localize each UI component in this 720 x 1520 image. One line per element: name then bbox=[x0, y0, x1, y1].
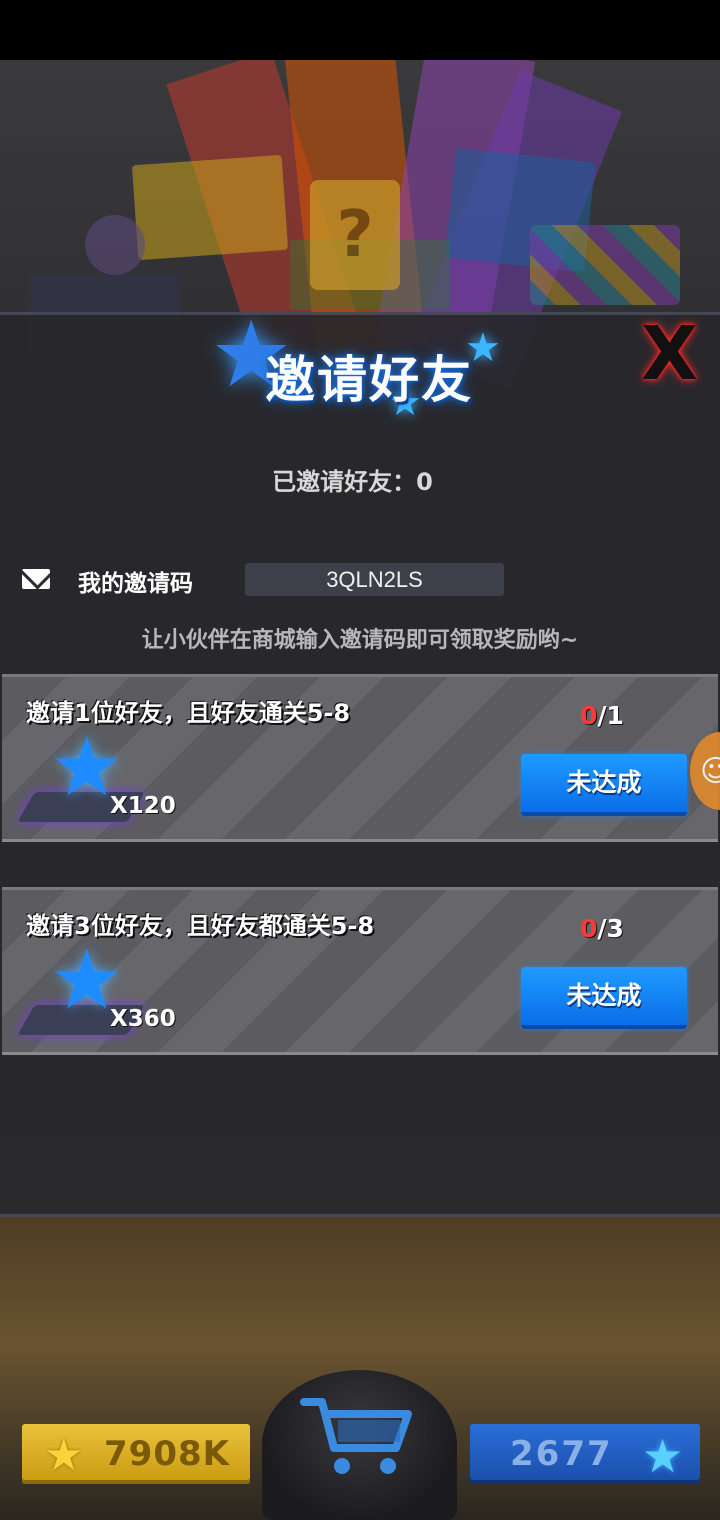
shopping-cart-icon bbox=[300, 1398, 412, 1474]
invite-hint: 让小伙伴在商城输入邀请码即可领取奖励哟~ bbox=[141, 628, 579, 653]
cube-pile bbox=[530, 225, 680, 305]
reward: ★ X120 bbox=[17, 727, 192, 837]
task-progress: 0/1 bbox=[580, 701, 624, 730]
coin-value: 7908K bbox=[104, 1434, 230, 1474]
task-card: 邀请3位好友，且好友都通关5-8 0/3 ★ X360 未达成 bbox=[2, 887, 718, 1055]
claim-button[interactable]: 未达成 bbox=[521, 754, 687, 816]
close-button[interactable]: X bbox=[632, 311, 707, 397]
star-icon: ★ bbox=[44, 1430, 84, 1481]
title-banner: ★ ★ ★ 邀请好友 bbox=[210, 309, 510, 430]
coin-counter[interactable]: ★ 7908K bbox=[22, 1424, 250, 1484]
task-card: 邀请1位好友，且好友通关5-8 0/1 ★ X120 未达成 bbox=[2, 674, 718, 842]
skull-decoration bbox=[85, 215, 145, 275]
reward-quantity: X360 bbox=[110, 1006, 176, 1032]
progress-current: 0 bbox=[580, 914, 598, 943]
shop-button[interactable] bbox=[262, 1370, 457, 1520]
reward: ★ X360 bbox=[17, 940, 192, 1050]
task-progress: 0/3 bbox=[580, 914, 624, 943]
ticket-decoration bbox=[131, 154, 289, 261]
invited-count: 已邀请好友：0 bbox=[272, 468, 433, 496]
close-icon: X bbox=[640, 311, 699, 397]
reward-quantity: X120 bbox=[110, 793, 176, 819]
invite-code-field[interactable]: 3QLN2LS bbox=[245, 563, 504, 596]
invite-code-label: 我的邀请码 bbox=[78, 571, 193, 597]
star-icon: ★ bbox=[642, 1429, 684, 1483]
gem-counter[interactable]: 2677 ★ bbox=[470, 1424, 700, 1484]
page-title: 邀请好友 bbox=[265, 351, 473, 409]
claim-button[interactable]: 未达成 bbox=[521, 967, 687, 1029]
progress-total: /1 bbox=[597, 701, 624, 730]
progress-total: /3 bbox=[597, 914, 624, 943]
gem-value: 2677 bbox=[510, 1434, 613, 1474]
mystery-block: ? bbox=[310, 180, 400, 290]
progress-current: 0 bbox=[580, 701, 598, 730]
palette-icon: ☺ bbox=[700, 754, 720, 789]
mail-icon bbox=[22, 569, 50, 589]
status-bar bbox=[0, 0, 720, 60]
